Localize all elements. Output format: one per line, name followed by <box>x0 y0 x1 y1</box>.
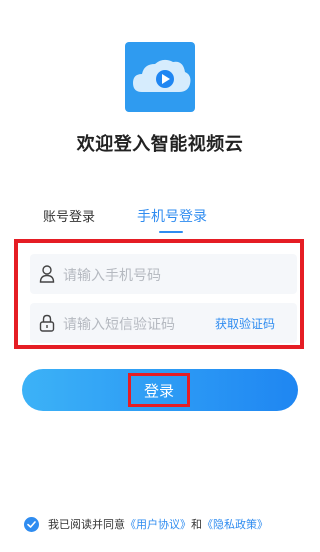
privacy-policy-link[interactable]: 《隐私政策》 <box>202 518 268 531</box>
user-icon <box>39 264 55 284</box>
phone-input[interactable]: 请输入手机号码 <box>30 254 297 294</box>
get-code-button[interactable]: 获取验证码 <box>215 315 275 332</box>
tab-phone-login[interactable]: 手机号登录 <box>137 206 207 226</box>
agreement-checkbox[interactable] <box>24 517 39 532</box>
tab-account-login[interactable]: 账号登录 <box>43 206 95 225</box>
user-agreement-link[interactable]: 《用户协议》 <box>125 518 191 531</box>
app-title: 欢迎登入智能视频云 <box>76 134 244 155</box>
agreement-and: 和 <box>191 518 202 531</box>
active-tab-indicator <box>159 231 183 233</box>
agreement-prefix: 我已阅读并同意 <box>48 518 125 531</box>
agreement-text: 我已阅读并同意《用户协议》和《隐私政策》 <box>48 516 268 532</box>
lock-icon <box>39 313 55 333</box>
login-button-label[interactable]: 登录 <box>128 373 190 407</box>
phone-placeholder: 请输入手机号码 <box>63 268 161 284</box>
sms-code-placeholder: 请输入短信验证码 <box>63 317 175 333</box>
sms-code-input[interactable]: 请输入短信验证码 获取验证码 <box>30 303 297 343</box>
app-logo-icon <box>125 42 195 112</box>
